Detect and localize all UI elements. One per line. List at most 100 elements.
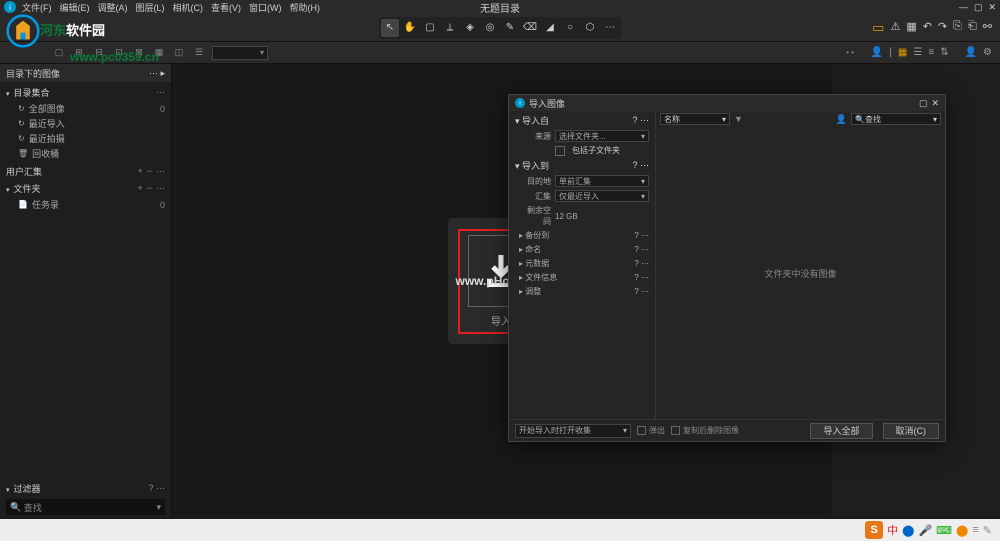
brush-tool-icon[interactable]: ✎ [501, 19, 519, 37]
menu-layer[interactable]: 图层(L) [136, 1, 165, 14]
status-icon-6[interactable]: ✎ [983, 524, 992, 537]
remove-icon[interactable]: − [147, 166, 152, 177]
source-field[interactable]: 选择文件夹...▾ [555, 130, 649, 142]
user-view-icon[interactable]: 👤 [871, 47, 883, 58]
include-sub-row[interactable]: 包括子文件夹 [511, 144, 653, 157]
redo-icon[interactable]: ↷ [938, 20, 947, 36]
filter-search-input[interactable]: 🔍 查找 ▾ [6, 499, 165, 515]
menu-window[interactable]: 窗口(W) [249, 1, 282, 14]
keystone-tool-icon[interactable]: ◈ [461, 19, 479, 37]
import-from-section[interactable]: ▾ 导入自? ⋯ [511, 113, 653, 128]
status-icon-4[interactable]: ⬤ [956, 524, 968, 537]
paste-icon[interactable]: ⎗ [968, 20, 977, 36]
menu-edit[interactable]: 编辑(E) [60, 1, 90, 14]
remove-icon[interactable]: − [147, 183, 152, 194]
import-to-section[interactable]: ▾ 导入到? ⋯ [511, 158, 653, 173]
dropdown-icon[interactable]: ▾ [156, 502, 161, 513]
sort-icon[interactable]: ⇅ [940, 47, 948, 58]
warning-icon[interactable]: ⚠ [890, 20, 900, 36]
metadata-section[interactable]: ▸ 元数据? ⋯ [511, 257, 653, 270]
include-sub-checkbox[interactable] [555, 146, 565, 156]
folder-section-title[interactable]: ▾文件夹 + − ⋯ [0, 180, 171, 197]
detail-view-icon[interactable]: ≡ [928, 47, 934, 58]
settings-icon[interactable]: ⚙ [983, 47, 992, 58]
adjust-section[interactable]: ▸ 调整? ⋯ [511, 285, 653, 298]
page-indicator: • • [846, 48, 854, 57]
menu-file[interactable]: 文件(F) [22, 1, 52, 14]
list-view-icon[interactable]: ☰ [913, 47, 922, 58]
gradient-tool-icon[interactable]: ◢ [541, 19, 559, 37]
tree-item-trash[interactable]: 🗑回收桶 [0, 146, 171, 161]
dialog-info-icon: i [515, 98, 525, 108]
tree-item-recent-shot[interactable]: ↻最近拍摄 [0, 131, 171, 146]
menu-adjust[interactable]: 调整(A) [98, 1, 128, 14]
status-icon-1[interactable]: ⬤ [902, 524, 914, 537]
menu-camera[interactable]: 相机(C) [173, 1, 204, 14]
footer-combo[interactable]: 开始导入时打开收集▾ [515, 424, 631, 438]
sec-icon-7[interactable]: ◫ [172, 46, 186, 60]
more-tool-icon[interactable]: ⋯ [601, 19, 619, 37]
menu-help[interactable]: 帮助(H) [290, 1, 321, 14]
add-icon[interactable]: + [137, 166, 142, 177]
add-icon[interactable]: + [137, 183, 142, 194]
search-combo[interactable]: 🔍 查找▾ [851, 113, 941, 125]
undo-icon[interactable]: ↶ [923, 20, 932, 36]
naming-section[interactable]: ▸ 命名? ⋯ [511, 243, 653, 256]
backup-section[interactable]: ▸ 备份到? ⋯ [511, 229, 653, 242]
dialog-minimize-icon[interactable]: ▢ [919, 98, 928, 109]
filter-icon[interactable]: ▼ [734, 114, 743, 124]
import-all-button[interactable]: 导入全部 [810, 423, 872, 439]
mask-tool-icon[interactable]: ⬡ [581, 19, 599, 37]
sort-combo[interactable]: 名称▾ [660, 113, 730, 125]
zoom-dropdown[interactable]: ▾ [212, 46, 268, 60]
status-icon-5[interactable]: ≡ [972, 524, 978, 536]
status-icon-2[interactable]: 🎤 [918, 524, 932, 537]
menu-view[interactable]: 查看(V) [211, 1, 241, 14]
erase-checkbox[interactable]: 复制后删除图像 [671, 425, 739, 436]
link-icon[interactable]: ⚯ [983, 20, 992, 36]
filter-section-title[interactable]: ▾过滤器 ? ⋯ [0, 480, 171, 497]
panel-menu-icon[interactable]: ⋯ ▸ [149, 68, 165, 79]
tree-item-folder[interactable]: 📄任务录0 [0, 197, 171, 212]
catalog-section-title[interactable]: ▾目录集合 ⋯ [0, 84, 171, 101]
dialog-close-icon[interactable]: ✕ [931, 98, 939, 109]
section-menu-icon[interactable]: ⋯ [156, 87, 165, 98]
dest-field[interactable]: 单前汇集▾ [555, 175, 649, 187]
tree-item-recent-import[interactable]: ↻最近导入 [0, 116, 171, 131]
menu-icon[interactable]: ⋯ [156, 166, 165, 177]
divider-icon: | [889, 47, 892, 58]
crop-tool-icon[interactable]: ▢ [421, 19, 439, 37]
erase-tool-icon[interactable]: ⌫ [521, 19, 539, 37]
straighten-tool-icon[interactable]: ⟂ [441, 19, 459, 37]
radial-tool-icon[interactable]: ○ [561, 19, 579, 37]
highlight-icon[interactable]: ▦ [906, 20, 916, 36]
security-shield-icon[interactable]: S [865, 521, 883, 539]
maximize-icon[interactable]: ▢ [974, 2, 983, 13]
grid-view-icon[interactable]: ▦ [898, 47, 907, 58]
fileinfo-section[interactable]: ▸ 文件信息? ⋯ [511, 271, 653, 284]
spot-tool-icon[interactable]: ◎ [481, 19, 499, 37]
ime-icon[interactable]: 中 [887, 522, 898, 538]
user-section-title[interactable]: 用户汇集 + − ⋯ [0, 163, 171, 180]
minimize-icon[interactable]: — [959, 2, 968, 13]
collection-field[interactable]: 仅最近导入▾ [555, 190, 649, 202]
close-icon[interactable]: ✕ [988, 2, 996, 13]
status-icon-3[interactable]: ⌨ [936, 524, 952, 537]
cursor-tool-icon[interactable]: ↖ [381, 19, 399, 37]
workspace-icon[interactable]: ▭ [872, 20, 884, 36]
cancel-button[interactable]: 取消(C) [883, 423, 940, 439]
user-filter-icon[interactable]: 👤 [836, 114, 847, 125]
copy-icon[interactable]: ⎘ [953, 20, 962, 36]
sec-icon-1[interactable]: ▢ [52, 46, 66, 60]
dest-row: 目的地单前汇集▾ [511, 174, 653, 188]
menu-icon[interactable]: ⋯ [156, 183, 165, 194]
user-icon[interactable]: 👤 [965, 47, 977, 58]
trash-icon: 🗑 [18, 149, 28, 158]
info-icon[interactable]: i [4, 1, 16, 13]
dialog-title-text: 导入图像 [529, 97, 565, 110]
eject-checkbox[interactable]: 弹出 [637, 425, 665, 436]
filter-menu-icon[interactable]: ? ⋯ [148, 483, 165, 494]
tree-item-all[interactable]: ↻全部图像0 [0, 101, 171, 116]
sec-icon-8[interactable]: ☰ [192, 46, 206, 60]
hand-tool-icon[interactable]: ✋ [401, 19, 419, 37]
